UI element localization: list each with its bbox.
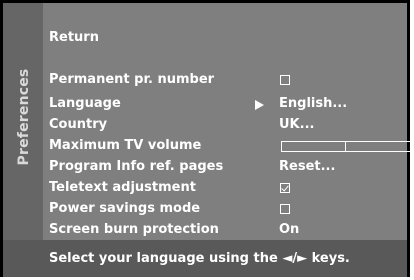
help-text-prefix: Select your language using the (49, 251, 278, 266)
program-info-value[interactable]: Reset... (279, 158, 335, 176)
teletext-adjustment-checkbox[interactable] (280, 183, 290, 193)
menu-item-country[interactable]: Country (49, 116, 107, 134)
country-value[interactable]: UK... (279, 116, 314, 134)
menu-item-teletext-adjustment[interactable]: Teletext adjustment (49, 179, 196, 197)
preferences-tab[interactable]: Preferences (3, 3, 43, 240)
menu-item-power-savings-mode[interactable]: Power savings mode (49, 200, 200, 218)
volume-slider-level (282, 142, 346, 151)
tv-settings-menu: Preferences Return Permanent pr. number … (0, 0, 411, 277)
power-savings-mode-checkbox[interactable] (280, 204, 290, 214)
permanent-pr-number-checkbox[interactable] (280, 75, 290, 85)
language-value[interactable]: English... (279, 95, 347, 113)
selection-arrow-icon (255, 100, 264, 110)
return-item[interactable]: Return (49, 29, 99, 47)
preferences-tab-label: Preferences (16, 68, 32, 166)
menu-item-maximum-tv-volume[interactable]: Maximum TV volume (49, 137, 201, 155)
menu-item-program-info-ref-pages[interactable]: Program Info ref. pages (49, 158, 223, 176)
menu-item-language[interactable]: Language (49, 95, 121, 113)
menu-item-screen-burn-protection[interactable]: Screen burn protection (49, 221, 219, 239)
volume-slider[interactable] (281, 141, 411, 152)
arrow-keys-icon: ◄/► (282, 251, 308, 266)
help-text: Select your language using the ◄/► keys. (49, 251, 350, 266)
screen-burn-value[interactable]: On (279, 221, 299, 239)
menu-item-permanent-pr-number[interactable]: Permanent pr. number (49, 71, 214, 89)
help-text-suffix: keys. (311, 251, 350, 266)
help-status-bar: Select your language using the ◄/► keys. (3, 240, 407, 277)
